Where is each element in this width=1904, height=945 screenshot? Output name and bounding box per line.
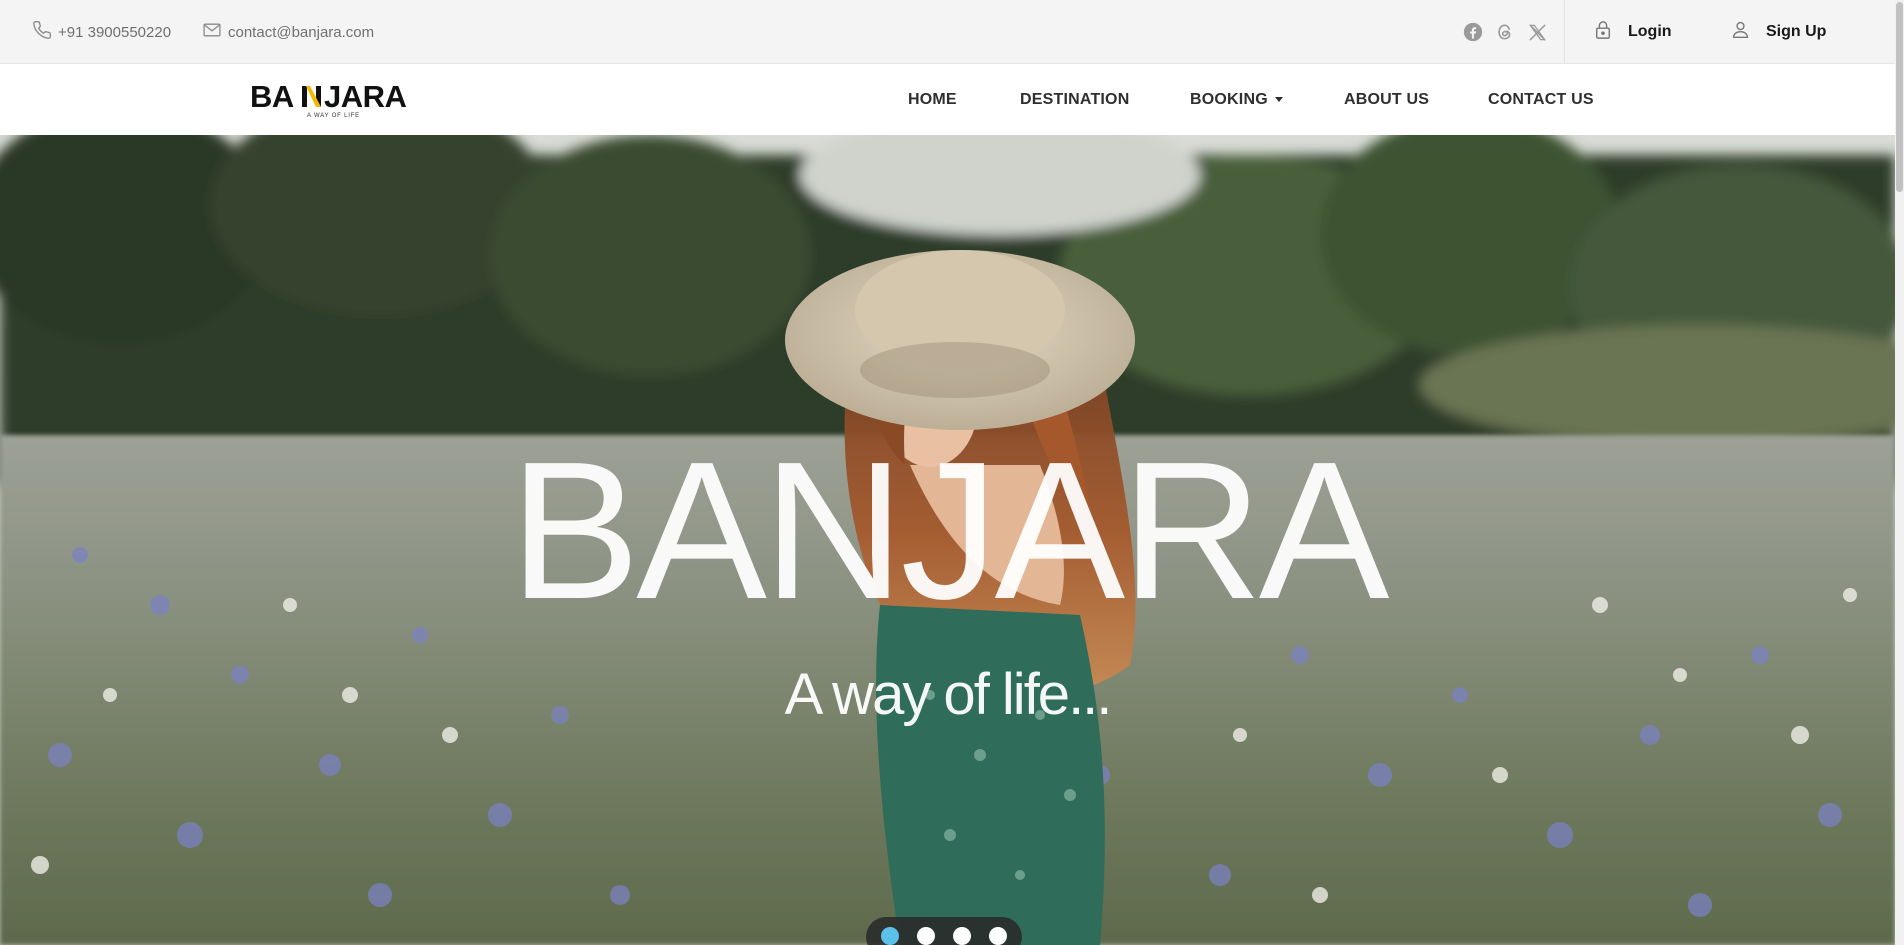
nav-destination[interactable]: DESTINATION <box>1020 64 1129 135</box>
email-address: contact@banjara.com <box>228 23 375 41</box>
carousel-dot-3[interactable] <box>953 927 971 945</box>
nav-about-link[interactable]: ABOUT US <box>1344 91 1429 109</box>
scrollbar-thumb[interactable] <box>1896 2 1903 192</box>
page-scrollbar[interactable] <box>1895 0 1904 945</box>
hero-title: BANJARA <box>509 421 1389 640</box>
carousel-dot-2[interactable] <box>917 927 935 945</box>
phone-icon <box>32 20 58 44</box>
signup-label: Sign Up <box>1766 23 1827 40</box>
login-label: Login <box>1628 23 1672 40</box>
carousel-indicators <box>866 917 1022 945</box>
nav-destination-link[interactable]: DESTINATION <box>1020 91 1129 109</box>
nav-booking-dropdown[interactable]: BOOKING <box>1190 64 1283 135</box>
email-contact[interactable]: contact@banjara.com <box>202 0 374 64</box>
facebook-icon[interactable] <box>1463 22 1483 42</box>
user-icon <box>1731 20 1766 44</box>
x-twitter-icon[interactable] <box>1527 22 1547 42</box>
svg-text:BA: BA <box>250 80 294 114</box>
lock-icon <box>1594 20 1628 45</box>
hero-subtitle: A way of life... <box>784 662 1113 727</box>
main-navbar: BA JARA A WAY OF LIFE HOME DESTINATION B… <box>0 64 1895 135</box>
hero-carousel: BANJARA A way of life... <box>0 135 1895 945</box>
phone-number: +91 3900550220 <box>58 23 172 41</box>
nav-booking-link[interactable]: BOOKING <box>1190 91 1268 109</box>
nav-contact-link[interactable]: CONTACT US <box>1488 91 1594 109</box>
svg-text:JARA: JARA <box>324 80 407 114</box>
nav-contact[interactable]: CONTACT US <box>1488 64 1594 135</box>
social-links <box>1463 0 1547 64</box>
nav-about[interactable]: ABOUT US <box>1344 64 1429 135</box>
topbar-divider <box>1564 0 1565 64</box>
top-utility-bar: +91 3900550220 contact@banjara.com Login… <box>0 0 1895 64</box>
carousel-dot-4[interactable] <box>989 927 1007 945</box>
signup-button[interactable]: Sign Up <box>1731 0 1826 64</box>
phone-contact[interactable]: +91 3900550220 <box>32 0 171 64</box>
nav-home-link[interactable]: HOME <box>908 91 957 109</box>
brand-logo[interactable]: BA JARA A WAY OF LIFE <box>250 79 414 120</box>
svg-text:A WAY OF LIFE: A WAY OF LIFE <box>307 113 360 119</box>
threads-icon[interactable] <box>1495 22 1515 42</box>
nav-home[interactable]: HOME <box>908 64 957 135</box>
chevron-down-icon[interactable] <box>1274 97 1283 102</box>
login-button[interactable]: Login <box>1594 0 1672 64</box>
carousel-dot-1[interactable] <box>881 927 899 945</box>
mail-icon <box>202 20 228 44</box>
